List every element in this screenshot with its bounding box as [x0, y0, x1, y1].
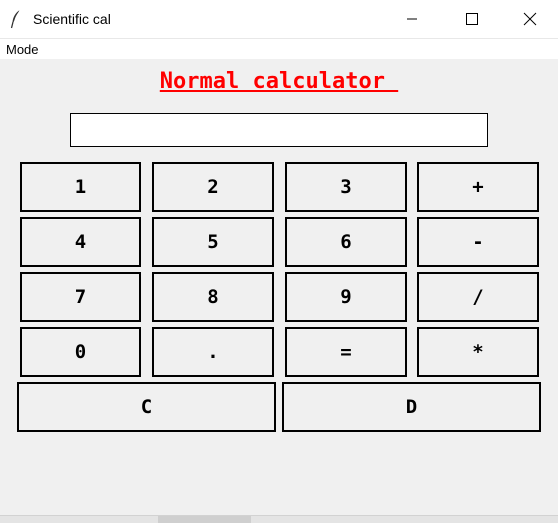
taskbar-segment: [158, 516, 251, 523]
key-minus[interactable]: -: [417, 217, 539, 267]
window-titlebar: Scientific cal: [0, 0, 558, 38]
key-7[interactable]: 7: [20, 272, 141, 322]
key-decimal[interactable]: .: [152, 327, 274, 377]
taskbar-edge: [0, 515, 558, 523]
clear-button[interactable]: C: [17, 382, 276, 432]
minimize-button[interactable]: [389, 0, 435, 38]
key-2[interactable]: 2: [152, 162, 274, 212]
feather-icon: [9, 9, 23, 29]
minimize-icon: [406, 13, 418, 25]
delete-button[interactable]: D: [282, 382, 541, 432]
key-9[interactable]: 9: [285, 272, 407, 322]
key-equals[interactable]: =: [285, 327, 407, 377]
menubar: Mode: [0, 38, 558, 59]
close-button[interactable]: [507, 0, 553, 38]
maximize-button[interactable]: [449, 0, 495, 38]
key-3[interactable]: 3: [285, 162, 407, 212]
key-4[interactable]: 4: [20, 217, 141, 267]
key-multiply[interactable]: *: [417, 327, 539, 377]
key-0[interactable]: 0: [20, 327, 141, 377]
key-5[interactable]: 5: [152, 217, 274, 267]
key-8[interactable]: 8: [152, 272, 274, 322]
key-divide[interactable]: /: [417, 272, 539, 322]
key-6[interactable]: 6: [285, 217, 407, 267]
page-title: Normal calculator: [159, 69, 399, 94]
menu-mode[interactable]: Mode: [6, 42, 39, 58]
close-icon: [523, 12, 537, 26]
key-plus[interactable]: +: [417, 162, 539, 212]
calculator-display[interactable]: [70, 113, 488, 147]
maximize-icon: [466, 13, 478, 25]
window-title: Scientific cal: [33, 11, 111, 27]
key-1[interactable]: 1: [20, 162, 141, 212]
